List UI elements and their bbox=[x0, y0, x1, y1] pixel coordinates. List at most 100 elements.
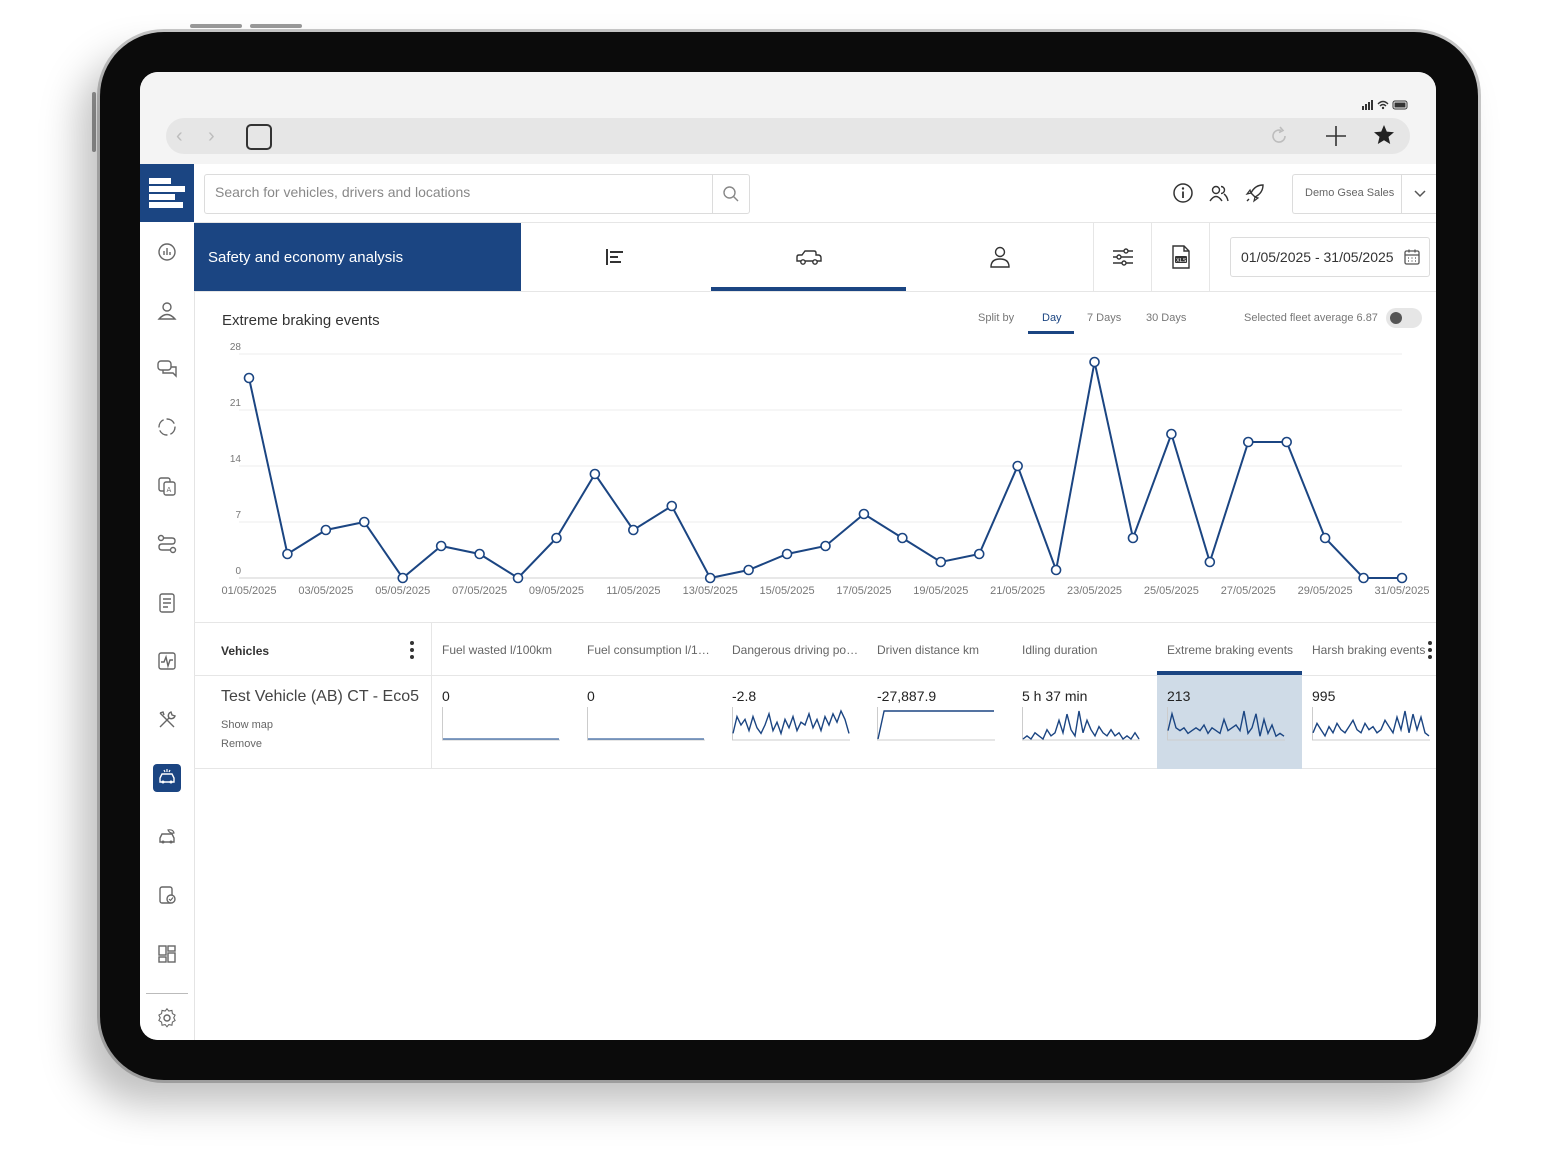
data-point bbox=[589, 468, 601, 480]
data-point bbox=[474, 548, 485, 560]
maintenance-icon[interactable] bbox=[153, 706, 181, 734]
users-icon[interactable] bbox=[1208, 182, 1230, 204]
data-point bbox=[1281, 436, 1292, 448]
filter-button[interactable] bbox=[1093, 223, 1152, 291]
column-header[interactable]: Fuel consumption l/100km bbox=[587, 643, 715, 657]
sparkline bbox=[1167, 707, 1285, 741]
vehicles-header: Vehicles bbox=[221, 644, 270, 658]
column-header[interactable]: Fuel wasted l/100km bbox=[442, 643, 570, 657]
reload-icon[interactable] bbox=[1268, 125, 1290, 147]
data-point bbox=[704, 572, 716, 584]
device-volume-button bbox=[250, 24, 302, 28]
split-option-day[interactable]: Day bbox=[1042, 312, 1062, 324]
sparkline bbox=[442, 707, 560, 741]
activity-icon[interactable] bbox=[153, 647, 181, 675]
metric-value: -27,887.9 bbox=[877, 688, 937, 704]
eco-icon[interactable] bbox=[153, 823, 181, 851]
data-point bbox=[820, 540, 831, 552]
info-icon[interactable] bbox=[1172, 182, 1194, 204]
split-option-day-underline bbox=[1028, 331, 1074, 334]
address-bar[interactable]: ‹ › bbox=[166, 118, 1410, 154]
account-name: Demo Gsea Sales bbox=[1305, 187, 1395, 199]
metric-value: 0 bbox=[442, 688, 450, 704]
data-point bbox=[1050, 564, 1062, 576]
split-option-7-days[interactable]: 7 Days bbox=[1087, 312, 1121, 324]
account-dropdown-button[interactable] bbox=[1401, 175, 1436, 213]
widgets-icon[interactable] bbox=[153, 940, 181, 968]
search-box bbox=[204, 174, 750, 214]
sparkline-series bbox=[877, 710, 994, 740]
search-input[interactable] bbox=[213, 183, 697, 201]
vehicles-column: Vehicles Test Vehicle (AB) CT - Eco5 Sho… bbox=[194, 623, 432, 769]
dashboard-icon[interactable] bbox=[153, 238, 181, 266]
tab-vehicles[interactable] bbox=[711, 223, 906, 291]
route-planner-icon[interactable] bbox=[153, 530, 181, 558]
column-header[interactable]: Harsh braking events bbox=[1312, 643, 1436, 657]
vehicle-safety-icon[interactable] bbox=[153, 764, 181, 792]
remove-link[interactable]: Remove bbox=[221, 738, 262, 750]
checklist-icon[interactable] bbox=[153, 881, 181, 909]
search-button[interactable] bbox=[712, 175, 749, 213]
reports-icon[interactable] bbox=[153, 589, 181, 617]
data-point bbox=[1396, 572, 1408, 584]
messages-icon[interactable] bbox=[153, 355, 181, 383]
sparkline bbox=[1312, 707, 1430, 741]
data-point bbox=[1358, 572, 1369, 584]
svg-text:XLS: XLS bbox=[1176, 258, 1187, 264]
sidebar-divider bbox=[146, 993, 188, 994]
column-harsh-braking-events[interactable]: Harsh braking events 995 bbox=[1302, 623, 1436, 769]
tabs-icon[interactable] bbox=[246, 124, 272, 150]
driver-icon[interactable] bbox=[153, 297, 181, 325]
forward-icon[interactable]: › bbox=[208, 124, 215, 148]
tab-summary[interactable] bbox=[521, 223, 711, 291]
column-header[interactable]: Dangerous driving points bbox=[732, 643, 860, 657]
back-icon[interactable]: ‹ bbox=[176, 124, 183, 148]
data-point bbox=[397, 572, 409, 584]
data-point bbox=[1012, 460, 1023, 472]
data-point bbox=[858, 508, 870, 520]
show-map-link[interactable]: Show map bbox=[221, 719, 273, 731]
split-option-30-days[interactable]: 30 Days bbox=[1146, 312, 1186, 324]
data-point bbox=[435, 540, 447, 552]
chart-title: Extreme braking events bbox=[222, 312, 380, 329]
data-point bbox=[1242, 436, 1254, 448]
app-logo[interactable] bbox=[140, 164, 194, 222]
column-fuel-consumption[interactable]: Fuel consumption l/100km 0 bbox=[577, 623, 722, 769]
vehicle-icon bbox=[795, 250, 822, 265]
column-extreme-braking-events[interactable]: Extreme braking events 213 bbox=[1157, 623, 1302, 769]
account-selector[interactable]: Demo Gsea Sales bbox=[1292, 174, 1436, 214]
x-tick-label: 05/05/2025 bbox=[375, 585, 430, 597]
column-idling-duration[interactable]: Idling duration 5 h 37 min bbox=[1012, 623, 1157, 769]
metric-value: 213 bbox=[1167, 688, 1191, 704]
data-point bbox=[1204, 556, 1216, 568]
bookmark-icon[interactable] bbox=[1372, 123, 1396, 147]
vehicles-column-menu-icon[interactable] bbox=[410, 641, 414, 662]
column-header[interactable]: Driven distance km bbox=[877, 643, 1005, 657]
page-title-box: Safety and economy analysis bbox=[194, 223, 521, 291]
data-point bbox=[628, 524, 639, 536]
x-tick-label: 23/05/2025 bbox=[1067, 585, 1122, 597]
x-tick-label: 19/05/2025 bbox=[913, 585, 968, 597]
routes-icon[interactable] bbox=[153, 413, 181, 441]
tab-drivers[interactable] bbox=[906, 223, 1093, 291]
columns-menu-icon[interactable] bbox=[1428, 641, 1432, 662]
column-header[interactable]: Extreme braking events bbox=[1167, 643, 1295, 657]
data-point bbox=[935, 556, 947, 568]
export-xls-button[interactable]: XLS bbox=[1151, 223, 1210, 291]
column-header[interactable]: Idling duration bbox=[1022, 643, 1150, 657]
column-dangerous-driving-points[interactable]: Dangerous driving points -2.8 bbox=[722, 623, 867, 769]
column-driven-distance[interactable]: Driven distance km -27,887.9 bbox=[867, 623, 1012, 769]
vehicle-name[interactable]: Test Vehicle (AB) CT - Eco5 bbox=[221, 688, 419, 706]
extreme-braking-chart: 0 7 14 21 28 01/05/2025 03/05/2025 05/05/2025 07… bbox=[221, 342, 1429, 597]
column-fuel-wasted[interactable]: Fuel wasted l/100km 0 bbox=[432, 623, 577, 769]
x-tick-label: 25/05/2025 bbox=[1144, 585, 1199, 597]
date-range-picker[interactable]: 01/05/2025 - 31/05/2025 bbox=[1230, 237, 1430, 277]
new-tab-icon[interactable] bbox=[1324, 124, 1348, 148]
documents-icon[interactable]: A bbox=[153, 472, 181, 500]
x-tick-label: 07/05/2025 bbox=[452, 585, 507, 597]
fleet-average-toggle[interactable] bbox=[1386, 308, 1422, 328]
settings-icon[interactable] bbox=[153, 1004, 181, 1032]
data-point bbox=[282, 548, 293, 560]
data-point bbox=[1127, 532, 1139, 544]
rocket-icon[interactable] bbox=[1244, 182, 1266, 204]
